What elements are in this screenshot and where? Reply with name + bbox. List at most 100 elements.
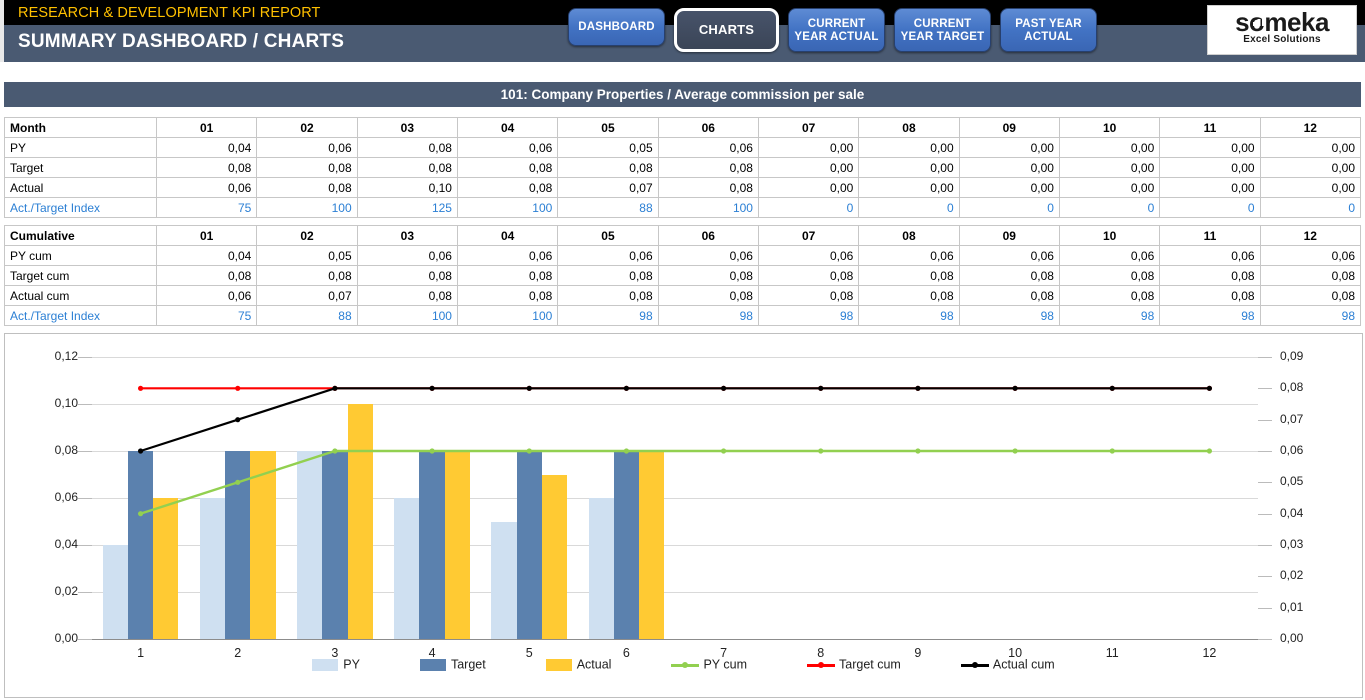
table-row: PY cum 0,04 0,05 0,06 0,06 0,06 0,06 0,06 0,06 0,… — [4, 245, 1362, 266]
chart-plot-area: 0,00 0,02 0,04 0,06 0,08 0,10 0,12 0,00 0,01 0,02… — [55, 349, 1304, 660]
legend-line-marker — [960, 659, 989, 671]
legend-item-target-cum: Target cum — [807, 657, 901, 672]
table-row-label: PY cum — [4, 245, 157, 266]
table-cell: 0,00 — [1058, 137, 1161, 158]
table-cell: 75 — [155, 305, 258, 326]
y-axis-left-tick — [78, 404, 92, 405]
chart-line-marker — [915, 385, 921, 391]
nav-button-label: YEAR ACTUAL — [794, 31, 879, 43]
table-row: Act./Target Index 75 100 125 100 88 100 0 0 0 0 0 0 — [4, 197, 1362, 218]
table-cell: 0,08 — [657, 285, 759, 306]
legend-item-target: Target — [419, 657, 486, 672]
y-axis-right-tick — [1258, 576, 1272, 578]
table-header-row: Cumulative 01 02 03 04 05 06 07 08 09 10 11 12 — [4, 225, 1362, 246]
table-cell: 100 — [456, 305, 559, 326]
chart-line-marker — [818, 448, 824, 454]
nav-button-current-year-actual[interactable]: CURRENT YEAR ACTUAL — [788, 8, 885, 52]
y-axis-left-tick — [78, 545, 92, 546]
table-row-label: Act./Target Index — [4, 305, 157, 326]
logo-wordmark: so meka — [1235, 8, 1329, 37]
legend-item-actual: Actual — [545, 657, 611, 672]
table-row: Target 0,08 0,08 0,08 0,08 0,08 0,08 0,00 0,00 0,… — [4, 157, 1362, 178]
table-cell: 0,08 — [256, 157, 358, 178]
chart-line-marker — [137, 511, 144, 517]
table-cell: 98 — [958, 305, 1060, 326]
y-axis-right-tick-label: 0,06 — [1280, 443, 1304, 457]
table-cell: 0,04 — [155, 137, 258, 158]
table-column-header: 06 — [657, 117, 759, 138]
table-cell: 0,00 — [858, 137, 960, 158]
chart-line-marker — [623, 385, 630, 391]
table-cell: 100 — [356, 305, 458, 326]
y-axis-right-tick — [1258, 482, 1272, 484]
table-column-header: 11 — [1159, 225, 1261, 246]
nav-button-label: CURRENT — [807, 18, 866, 30]
table-cell: 0,08 — [356, 137, 458, 158]
table-cell: 0,08 — [356, 157, 458, 178]
nav-button-current-year-target[interactable]: CURRENT YEAR TARGET — [894, 8, 991, 52]
table-cell: 0,00 — [858, 177, 960, 198]
y-axis-left-tick-label: 0,02 — [54, 584, 78, 598]
table-cell: 0,00 — [1058, 157, 1161, 178]
table-cell: 0 — [1058, 197, 1161, 218]
table-header-row: Month 01 02 03 04 05 06 07 08 09 10 11 12 — [4, 117, 1362, 138]
table-cell: 0,00 — [1159, 137, 1261, 158]
table-cell: 98 — [858, 305, 960, 326]
nav-button-charts[interactable]: CHARTS — [674, 8, 779, 52]
bar-chart-icon — [1253, 16, 1266, 26]
table-cell: 0,08 — [356, 285, 458, 306]
table-cell: 0,08 — [858, 265, 960, 286]
table-row: Act./Target Index 75 88 100 100 98 98 98 98 98 98 9… — [4, 305, 1362, 326]
y-axis-left-tick-label: 0,12 — [54, 349, 78, 363]
table-cell: 0,08 — [958, 285, 1060, 306]
nav-button-past-year-actual[interactable]: PAST YEAR ACTUAL — [1000, 8, 1097, 52]
chart-line-marker — [720, 385, 727, 391]
nav-button-dashboard[interactable]: DASHBOARD — [568, 8, 665, 46]
table-cell: 0 — [1159, 197, 1261, 218]
table-row: Target cum 0,08 0,08 0,08 0,08 0,08 0,08 0,08 0,… — [4, 265, 1362, 286]
table-row-label: Act./Target Index — [4, 197, 157, 218]
table-cell: 0,00 — [1259, 137, 1362, 158]
y-axis-right-tick — [1258, 545, 1272, 546]
chart-line-marker — [1109, 448, 1115, 454]
nav-button-label: PAST YEAR — [1015, 18, 1082, 30]
table-cell: 0,08 — [557, 265, 659, 286]
legend-item-py: PY — [312, 657, 360, 672]
table-row-label: Actual cum — [4, 285, 157, 306]
table-cell: 0,08 — [155, 265, 258, 286]
table-column-header: 03 — [356, 117, 458, 138]
table-column-header: 04 — [456, 117, 559, 138]
table-cell: 0,08 — [757, 285, 860, 306]
legend-swatch — [419, 659, 446, 672]
legend-label: PY cum — [703, 658, 748, 673]
table-cell: 100 — [456, 197, 559, 218]
table-cell: 100 — [256, 197, 358, 218]
table-column-header: 01 — [155, 225, 258, 246]
table-cell: 0,08 — [1259, 285, 1362, 306]
y-axis-left-tick-label: 0,00 — [54, 631, 78, 645]
table-column-header: 10 — [1058, 117, 1161, 138]
y-axis-right-tick — [1258, 639, 1272, 640]
table-cell: 0,00 — [1058, 177, 1161, 198]
table-cell: 0,06 — [456, 137, 559, 158]
table-cell: 0,00 — [958, 177, 1060, 198]
table-column-header: 02 — [256, 117, 358, 138]
table-cell: 0,00 — [1159, 157, 1261, 178]
table-column-header: 02 — [256, 225, 358, 246]
table-cell: 0,08 — [757, 265, 860, 286]
table-cell: 98 — [557, 305, 659, 326]
legend-label: PY — [343, 658, 360, 673]
table-cell: 0,08 — [456, 157, 559, 178]
chart-line-marker — [1109, 385, 1115, 391]
table-cell: 0,06 — [958, 245, 1060, 266]
table-column-header: 03 — [356, 225, 458, 246]
table-cell: 0,06 — [1259, 245, 1362, 266]
table-column-header: 07 — [757, 117, 860, 138]
table-cell: 98 — [1159, 305, 1261, 326]
table-cell: 98 — [1058, 305, 1161, 326]
table-cell: 0,08 — [557, 157, 659, 178]
table-cell: 0,08 — [256, 177, 358, 198]
nav-button-label: CURRENT — [913, 18, 972, 30]
chart-legend: PY Target Actual PY cum Target cum Actual cum — [5, 657, 1362, 672]
y-axis-left-tick — [78, 592, 92, 593]
